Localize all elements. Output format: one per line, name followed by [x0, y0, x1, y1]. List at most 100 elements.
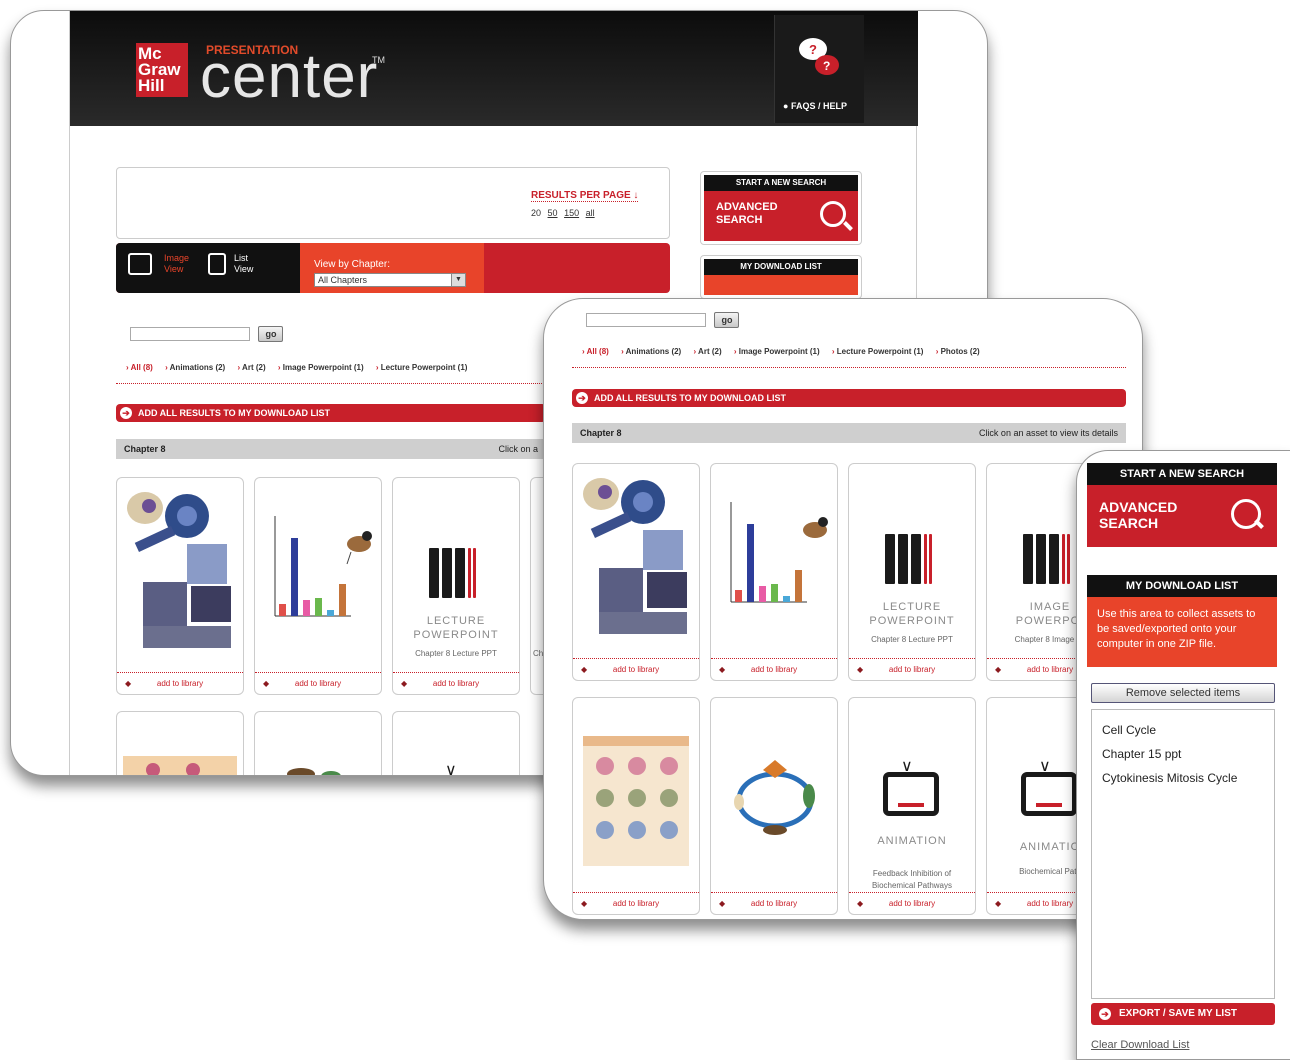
download-list-heading: MY DOWNLOAD LIST: [704, 259, 858, 275]
asset-card[interactable]: add to library: [254, 477, 382, 695]
add-to-library-link[interactable]: add to library: [849, 892, 975, 914]
add-all-label: ADD ALL RESULTS TO MY DOWNLOAD LIST: [594, 393, 786, 403]
asset-type-filters: All (8) Animations (2) Art (2) Image Pow…: [582, 347, 990, 356]
view-by-chapter-label: View by Chapter:: [314, 259, 390, 270]
export-label: EXPORT / SAVE MY LIST: [1119, 1008, 1237, 1019]
search-row: go: [130, 325, 284, 343]
svg-text:?: ?: [809, 42, 817, 57]
add-all-results-button[interactable]: ➔ ADD ALL RESULTS TO MY DOWNLOAD LIST: [572, 389, 1126, 407]
search-input[interactable]: [130, 326, 250, 341]
chapter-filter-area: View by Chapter: All Chapters ▼: [300, 243, 484, 293]
chapter-select[interactable]: All Chapters ▼: [314, 273, 466, 287]
asset-card[interactable]: add to library: [572, 463, 700, 681]
list-view-icon[interactable]: [208, 253, 226, 275]
svg-text:?: ?: [823, 59, 830, 73]
asset-card[interactable]: LECTURE POWERPOINT Chapter 8 Lecture PPT …: [392, 477, 520, 695]
rpp-option[interactable]: all: [586, 208, 595, 218]
asset-card[interactable]: [254, 711, 382, 775]
life-cycle-art-thumbnail: [261, 720, 375, 775]
filter-art[interactable]: Art (2): [237, 363, 265, 372]
asset-type-filters: All (8) Animations (2) Art (2) Image Pow…: [126, 363, 477, 372]
asset-card[interactable]: add to library: [116, 477, 244, 695]
asset-card[interactable]: add to library: [710, 463, 838, 681]
search-input[interactable]: [586, 312, 706, 327]
bar-chart-art-thumbnail: [717, 472, 831, 638]
chapter-heading-bar: Chapter 8 Click on a: [116, 439, 546, 459]
search-row: go: [586, 311, 740, 329]
asset-card[interactable]: ∨ ANIMATION Feedback Inhibition of Bioche…: [848, 697, 976, 915]
asset-card[interactable]: add to library: [572, 697, 700, 915]
bookshelf-icon: [429, 548, 478, 603]
mitosis-art-thumbnail: [579, 706, 693, 872]
download-list-box: MY DOWNLOAD LIST Use this area to collec…: [1087, 575, 1277, 667]
add-to-library-link[interactable]: add to library: [711, 892, 837, 914]
add-to-library-link[interactable]: add to library: [117, 672, 243, 694]
magnifier-icon: [820, 201, 846, 227]
filter-all[interactable]: All (8): [582, 347, 609, 356]
clear-download-list-link[interactable]: Clear Download List: [1091, 1039, 1189, 1051]
filter-lecture-powerpoint[interactable]: Lecture Powerpoint (1): [376, 363, 468, 372]
download-list: Cell Cycle Chapter 15 ppt Cytokinesis Mi…: [1091, 709, 1275, 999]
divider: [116, 383, 546, 384]
asset-card[interactable]: LECTURE POWERPOINT Chapter 8 Lecture PPT …: [848, 463, 976, 681]
download-list-item[interactable]: Cytokinesis Mitosis Cycle: [1102, 766, 1264, 790]
add-to-library-link[interactable]: add to library: [711, 658, 837, 680]
advanced-search-button[interactable]: ADVANCED SEARCH: [704, 191, 858, 241]
add-all-results-button[interactable]: ➔ ADD ALL RESULTS TO MY DOWNLOAD LIST: [116, 404, 546, 422]
rpp-option[interactable]: 20: [531, 208, 541, 218]
life-cycle-art-thumbnail: [717, 706, 831, 872]
add-to-library-link[interactable]: add to library: [573, 892, 699, 914]
image-view-button[interactable]: Image View: [164, 253, 200, 275]
filter-photos[interactable]: Photos (2): [936, 347, 980, 356]
add-to-library-link[interactable]: add to library: [393, 672, 519, 694]
new-search-heading: START A NEW SEARCH: [704, 175, 858, 191]
asset-title: Feedback Inhibition of Biochemical Pathwa…: [871, 869, 953, 890]
download-list-item[interactable]: Chapter 15 ppt: [1102, 742, 1264, 766]
advanced-search-button[interactable]: ADVANCED SEARCH: [1087, 485, 1277, 547]
add-to-library-link[interactable]: add to library: [849, 658, 975, 680]
faq-help-link[interactable]: ● FAQS / HELP: [783, 101, 847, 111]
mitosis-art-thumbnail: [123, 720, 237, 775]
filter-art[interactable]: Art (2): [693, 347, 721, 356]
rpp-option[interactable]: 150: [564, 208, 579, 218]
chapter-select-value: All Chapters: [318, 275, 368, 285]
tv-icon: [883, 772, 939, 816]
bookshelf-icon: [885, 534, 934, 589]
download-list-item[interactable]: Cell Cycle: [1102, 718, 1264, 742]
filter-animations[interactable]: Animations (2): [165, 363, 225, 372]
export-save-list-button[interactable]: ➔ EXPORT / SAVE MY LIST: [1091, 1003, 1275, 1025]
asset-card[interactable]: [116, 711, 244, 775]
filter-image-powerpoint[interactable]: Image Powerpoint (1): [734, 347, 820, 356]
image-view-icon[interactable]: [128, 253, 152, 275]
site-header: Mc Graw Hill center PRESENTATION TM ?? ●…: [70, 11, 918, 126]
trademark: TM: [372, 55, 385, 65]
faq-bubbles-icon: ??: [797, 35, 843, 88]
add-to-library-link[interactable]: add to library: [573, 658, 699, 680]
filter-image-powerpoint[interactable]: Image Powerpoint (1): [278, 363, 364, 372]
download-list-heading: MY DOWNLOAD LIST: [1087, 575, 1277, 597]
chapter-heading-bar: Chapter 8 Click on an asset to view its …: [572, 423, 1126, 443]
filter-all[interactable]: All (8): [126, 363, 153, 372]
filter-lecture-powerpoint[interactable]: Lecture Powerpoint (1): [832, 347, 924, 356]
asset-title: Chapter 8 Lecture PPT: [415, 649, 497, 658]
mcgraw-hill-logo[interactable]: Mc Graw Hill: [136, 43, 188, 97]
go-button[interactable]: go: [258, 325, 284, 342]
new-search-heading: START A NEW SEARCH: [1087, 463, 1277, 485]
rpp-option[interactable]: 50: [548, 208, 558, 218]
chapter-hint: Click on an asset to view its details: [978, 428, 1118, 438]
filter-animations[interactable]: Animations (2): [621, 347, 681, 356]
list-view-button[interactable]: List View: [234, 253, 264, 275]
arrow-right-icon: ➔: [576, 392, 588, 404]
faq-help-button[interactable]: ?? ● FAQS / HELP: [774, 15, 864, 123]
chevron-down-icon: ▼: [451, 274, 465, 286]
go-button[interactable]: go: [714, 311, 740, 328]
download-list-zoom-window: START A NEW SEARCH ADVANCED SEARCH MY DO…: [1076, 450, 1290, 1060]
remove-selected-items-button[interactable]: Remove selected items: [1091, 683, 1275, 703]
asset-card[interactable]: ∨: [392, 711, 520, 775]
asset-card[interactable]: add to library: [710, 697, 838, 915]
bar-chart-art-thumbnail: [261, 486, 375, 652]
results-per-page-label[interactable]: RESULTS PER PAGE ↓: [531, 190, 639, 202]
bookshelf-icon: [1023, 534, 1072, 589]
add-to-library-link[interactable]: add to library: [255, 672, 381, 694]
asset-title: Chapter 8 Lecture PPT: [871, 635, 953, 644]
